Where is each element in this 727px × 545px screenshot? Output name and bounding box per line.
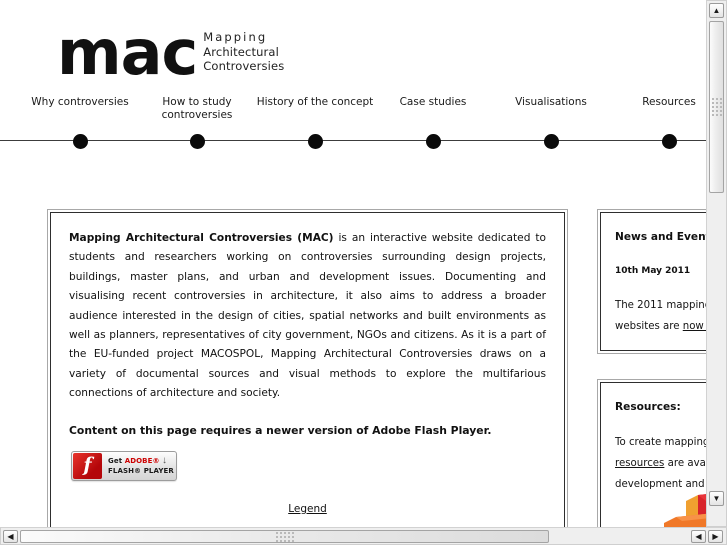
nav-item-case-studies[interactable]: Case studies [368,96,498,109]
nav-dot-visualisations[interactable] [543,134,559,149]
resources-link[interactable]: resources [615,458,664,469]
browser-viewport: mac Mapping Architectural Controversies … [0,0,706,527]
logo-tagline-line-1: Mapping [203,30,268,44]
news-body-line-1: The 2011 mapping co [615,300,706,311]
horizontal-scroll-thumb[interactable] [20,530,549,543]
scroll-left-button-secondary[interactable]: ◀ [691,530,706,543]
resources-heading: Resources: [615,401,681,413]
nav-dot-case-studies[interactable] [425,134,441,149]
resources-3d-graphic-icon [664,494,706,527]
horizontal-scrollbar[interactable]: ◀ ◀ ▶ [0,527,727,545]
download-arrow-icon: ↓ [162,454,167,466]
scroll-down-button[interactable]: ▼ [709,491,724,506]
flash-adobe-text: ADOBE® [124,456,160,465]
nav-item-visualisations[interactable]: Visualisations [486,96,616,109]
flash-get-text: Get [108,456,125,465]
scroll-right-button[interactable]: ▶ [708,530,723,543]
navigation-timeline [0,140,706,141]
scroll-left-button[interactable]: ◀ [3,530,18,543]
vertical-scroll-thumb[interactable] [709,21,724,193]
horizontal-thumb-grip [275,531,294,542]
nav-dot-resources[interactable] [661,134,677,149]
nav-dot-why-controversies[interactable] [72,134,88,149]
news-panel-inner: News and Events: 10th May 2011 The 2011 … [600,212,706,351]
legend-block: Legend Controversy mapping of London 201… [69,503,546,527]
resources-body-line-1: To create mapping w [615,437,706,448]
news-date: 10th May 2011 [615,266,691,276]
intro-bold-lead: Mapping Architectural Controversies (MAC… [69,232,334,244]
news-heading: News and Events: [615,231,706,243]
legend-heading: Legend [288,502,327,515]
logo-tagline-line-2: Architectural [203,44,279,59]
flash-logo-icon: f [73,452,102,479]
intro-body-text: is an interactive website dedicated to s… [69,232,546,400]
logo-tagline-line-3: Controversies [203,59,285,73]
intro-paragraph: Mapping Architectural Controversies (MAC… [69,229,546,404]
nav-item-history-of-concept[interactable]: History of the concept [250,96,380,109]
news-body-line-2: websites are now ava [615,317,706,337]
nav-dot-history-of-concept[interactable] [307,134,323,149]
resources-line-2-text: are availab [667,458,706,469]
flash-required-notice: Content on this page requires a newer ve… [69,423,492,437]
vertical-scrollbar[interactable]: ▲ ▼ [706,0,727,527]
resources-panel: Resources: To create mapping w resources… [597,379,706,527]
nav-item-why-controversies[interactable]: Why controversies [15,96,145,109]
news-line-2-text: websites are [615,321,683,332]
vertical-thumb-grip [711,98,722,116]
nav-item-resources[interactable]: Resources [604,96,706,109]
news-and-events-panel: News and Events: 10th May 2011 The 2011 … [597,209,706,354]
main-content-inner: Mapping Architectural Controversies (MAC… [50,212,565,527]
logo-tagline: Mapping Architectural Controversies [203,30,284,74]
scroll-up-button[interactable]: ▲ [709,3,724,18]
news-panel-body: News and Events: 10th May 2011 The 2011 … [601,213,706,350]
main-navigation: Why controversies How to study controver… [0,96,706,152]
resources-panel-inner: Resources: To create mapping w resources… [600,382,706,527]
flash-badge-line-2: FLASH® PLAYER [108,466,174,475]
flash-f-glyph: f [83,453,92,476]
main-content-panel: Mapping Architectural Controversies (MAC… [47,209,568,527]
get-adobe-flash-player-button[interactable]: f Get ADOBE® FLASH® PLAYER ↓ [71,450,177,481]
nav-dot-how-to-study[interactable] [189,134,205,149]
resources-panel-body: Resources: To create mapping w resources… [601,383,706,527]
resources-body-line-2: resources are availab [615,454,706,474]
nav-item-how-to-study[interactable]: How to study controversies [132,96,262,122]
logo-wordmark: mac [57,16,198,89]
site-logo[interactable]: mac Mapping Architectural Controversies [57,16,284,89]
news-availability-link[interactable]: now ava [683,321,706,332]
